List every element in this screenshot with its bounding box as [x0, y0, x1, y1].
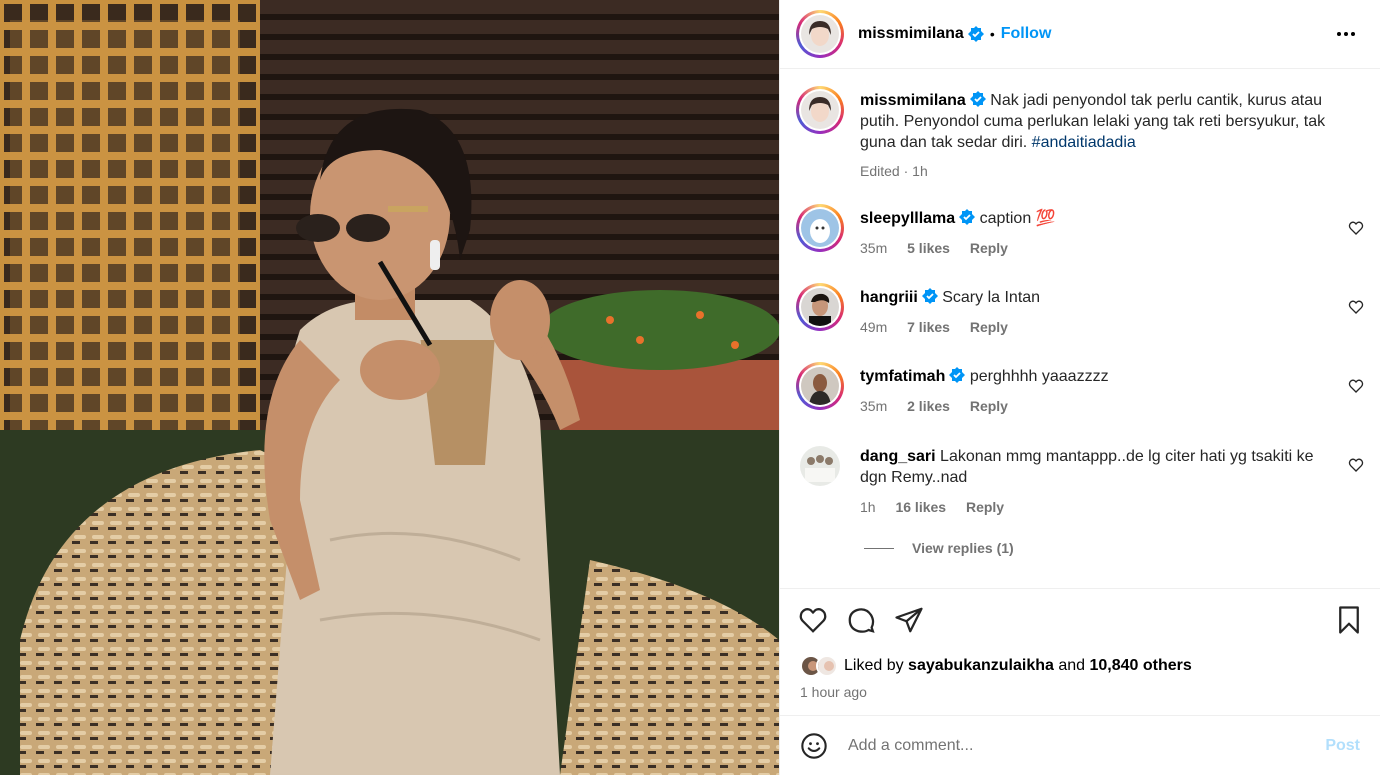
comment-username[interactable]: tymfatimah [860, 368, 945, 385]
reply-button[interactable]: Reply [970, 398, 1008, 414]
bookmark-save-icon[interactable] [1334, 605, 1364, 635]
comment-item: tymfatimah perghhhh yaaazzzz 35m 2 likes… [796, 362, 1364, 417]
likes-others-count[interactable]: 10,840 others [1090, 657, 1192, 675]
post-header: missmimilana • Follow [780, 0, 1380, 69]
author-avatar[interactable] [796, 10, 844, 58]
comment-time: 35m [860, 240, 888, 256]
comment-username[interactable]: hangriii [860, 289, 918, 306]
comment-input[interactable] [848, 737, 1316, 755]
comment-time: 1h [860, 499, 876, 515]
commenter-avatar[interactable] [796, 283, 844, 331]
author-username[interactable]: missmimilana [858, 25, 964, 43]
comment-item: dang_sari Lakonan mmg mantappp..de lg ci… [796, 446, 1364, 518]
commenter-avatar[interactable] [796, 204, 844, 252]
reply-button[interactable]: Reply [970, 319, 1008, 335]
view-replies-button[interactable]: View replies (1) [864, 540, 1014, 556]
comment-text: caption 💯 [979, 210, 1056, 227]
verified-badge-icon [969, 91, 986, 107]
comment-time: 35m [860, 398, 888, 414]
liked-by-label: Liked by [844, 657, 904, 674]
post-comment-button[interactable]: Post [1325, 737, 1360, 755]
comment-like-heart-icon[interactable] [1348, 220, 1364, 236]
comment-likes[interactable]: 5 likes [907, 240, 950, 256]
comment-item: hangriii Scary la Intan 49m 7 likes Repl… [796, 283, 1364, 338]
verified-badge-icon [921, 288, 938, 304]
post-detail-panel: missmimilana • Follow missmimilana Nak j… [779, 0, 1380, 775]
likes-and: and [1058, 657, 1086, 674]
like-heart-icon[interactable] [798, 605, 828, 635]
caption: missmimilana Nak jadi penyondol tak perl… [796, 86, 1364, 182]
comment-likes[interactable]: 7 likes [907, 319, 950, 335]
replies-divider [864, 547, 894, 549]
verified-badge-icon [949, 367, 966, 383]
comment-text: Scary la Intan [942, 289, 1041, 306]
post-timestamp[interactable]: 1 hour ago [800, 684, 867, 700]
comment-username[interactable]: sleepylllama [860, 210, 955, 227]
view-replies-label: View replies (1) [912, 540, 1014, 556]
comment-bubble-icon[interactable] [846, 605, 876, 635]
caption-avatar[interactable] [796, 86, 844, 134]
follow-button[interactable]: Follow [1001, 25, 1052, 43]
comment-item: sleepylllama caption 💯 35m 5 likes Reply [796, 204, 1364, 259]
reply-button[interactable]: Reply [970, 240, 1008, 256]
more-horizontal-icon[interactable] [1334, 22, 1358, 46]
liker-avatar [816, 655, 838, 677]
reply-button[interactable]: Reply [966, 499, 1004, 515]
liker-username[interactable]: sayabukanzulaikha [908, 657, 1054, 675]
caption-username[interactable]: missmimilana [860, 92, 966, 109]
comment-likes[interactable]: 16 likes [895, 499, 946, 515]
post-actions: Liked by sayabukanzulaikha and 10,840 ot… [780, 588, 1380, 716]
comment-like-heart-icon[interactable] [1348, 378, 1364, 394]
edited-label: Edited [860, 163, 900, 179]
liker-avatars[interactable] [800, 655, 838, 677]
add-comment-bar: Post [780, 717, 1380, 775]
comment-username[interactable]: dang_sari [860, 448, 936, 465]
comment-time: 49m [860, 319, 888, 335]
meta-separator: · [903, 163, 913, 179]
commenter-avatar[interactable] [796, 362, 844, 410]
caption-hashtag[interactable]: #andaitiadadia [1032, 134, 1136, 151]
likes-summary: Liked by sayabukanzulaikha and 10,840 ot… [800, 655, 1192, 677]
comment-like-heart-icon[interactable] [1348, 299, 1364, 315]
comments-list: missmimilana Nak jadi penyondol tak perl… [780, 70, 1380, 588]
comment-text: perghhhh yaaazzzz [969, 368, 1109, 385]
verified-badge-icon [959, 209, 976, 225]
verified-badge-icon [967, 26, 984, 42]
comment-likes[interactable]: 2 likes [907, 398, 950, 414]
comment-like-heart-icon[interactable] [1348, 457, 1364, 473]
share-send-icon[interactable] [894, 605, 924, 635]
caption-time: 1h [912, 163, 928, 179]
post-photo [0, 0, 779, 775]
commenter-avatar[interactable] [800, 446, 840, 486]
separator-dot: • [989, 26, 995, 42]
emoji-icon[interactable] [800, 732, 828, 760]
